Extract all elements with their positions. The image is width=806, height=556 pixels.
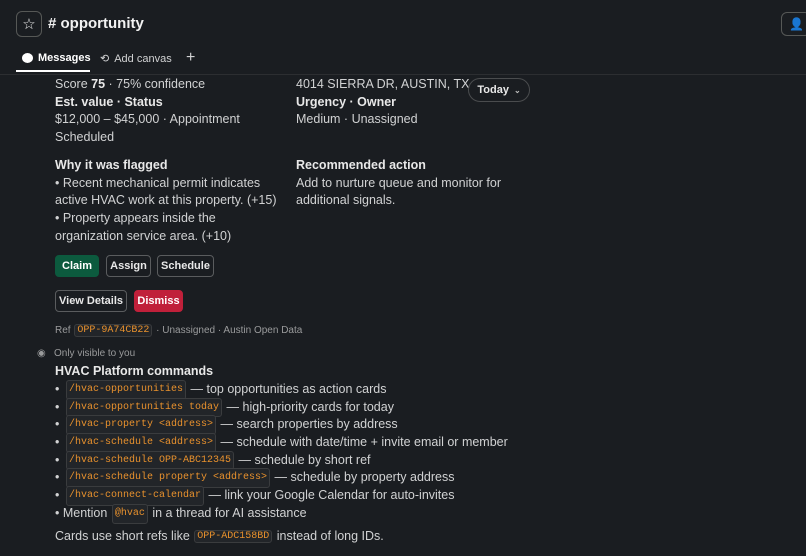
score-line: Score 75 · 75% confidence (55, 76, 285, 94)
ref-code: OPP-9A74CB22 (74, 324, 153, 337)
ref-suffix: · Unassigned · Austin Open Data (156, 325, 303, 336)
list-item: •/hvac-schedule <address> — schedule wit… (55, 433, 508, 453)
est-value-label: Est. value · Status (55, 94, 163, 109)
command-code: /hvac-connect-calendar (66, 486, 205, 506)
channel-header: ☆ # opportunity 👤 (0, 0, 806, 48)
card-left-column: Score 75 · 75% confidence Est. value · S… (55, 76, 285, 245)
list-item: •/hvac-schedule property <address> — sch… (55, 468, 508, 489)
canvas-icon: ⟲ (100, 53, 110, 65)
command-desc: — high-priority cards for today (226, 399, 394, 414)
command-desc: — link your Google Calendar for auto-inv… (208, 488, 455, 503)
person-icon: 👤 (789, 17, 804, 31)
command-desc: — schedule by short ref (238, 452, 371, 467)
visibility-note: ◉ Only visible to you (37, 348, 135, 359)
tab-add-canvas-label: Add canvas (114, 52, 172, 65)
why-label: Why it was flagged (55, 157, 168, 172)
members-button[interactable]: 👤 (781, 12, 806, 36)
ref-line: Ref OPP-9A74CB22 · Unassigned · Austin O… (55, 324, 302, 337)
commands-list: •/hvac-opportunities — top opportunities… (55, 380, 508, 524)
list-item: •/hvac-property <address> — search prope… (55, 415, 508, 436)
recommended-action-label: Recommended action (296, 157, 426, 172)
command-desc: — top opportunities as action cards (190, 382, 387, 396)
mention-suffix: in a thread for AI assistance (152, 505, 307, 520)
recommended-action: Add to nurture queue and monitor for add… (296, 175, 501, 208)
commands-title: HVAC Platform commands (55, 364, 214, 378)
command-code: /hvac-opportunities (66, 380, 187, 400)
list-item: •/hvac-connect-calendar — link your Goog… (55, 486, 508, 506)
visibility-text: Only visible to you (54, 348, 136, 359)
list-item: •/hvac-opportunities — top opportunities… (55, 380, 508, 400)
short-refs-note: Cards use short refs like OPP-ADC158BD i… (55, 529, 384, 543)
command-desc: — schedule with date/time + invite email… (220, 435, 508, 450)
list-item: •/hvac-opportunities today — high-priori… (55, 397, 508, 418)
tab-messages-label: Messages (38, 52, 91, 64)
urgency-value: Medium · Unassigned (296, 112, 418, 127)
score-value: 75 (91, 77, 106, 91)
command-desc: — schedule by property address (274, 470, 455, 485)
active-tab-indicator (16, 70, 90, 72)
command-code: /hvac-schedule <address> (66, 433, 217, 453)
mention-code: @hvac (111, 503, 148, 524)
chat-bubble-icon (22, 53, 33, 63)
mention-prefix: • Mention (55, 505, 108, 520)
list-item: • Mention @hvac in a thread for AI assis… (55, 503, 508, 524)
footer-code: OPP-ADC158BD (194, 529, 273, 543)
star-icon[interactable]: ☆ (16, 11, 42, 37)
list-item: •/hvac-schedule OPP-ABC12345 — schedule … (55, 450, 508, 471)
eye-icon: ◉ (37, 348, 46, 359)
header-divider (0, 74, 806, 75)
score-prefix: Score (55, 77, 88, 91)
footer-prefix: Cards use short refs like (55, 529, 190, 543)
footer-suffix: instead of long IDs. (276, 529, 384, 543)
ref-prefix: Ref (55, 325, 71, 336)
why-item: • Recent mechanical permit indicates act… (55, 175, 277, 208)
add-tab-button[interactable]: + (186, 49, 195, 67)
channel-title[interactable]: # opportunity (48, 15, 144, 32)
dismiss-button[interactable]: Dismiss (134, 290, 183, 312)
est-value: $12,000 – $45,000 · Appointment Schedule… (55, 112, 240, 145)
score-suffix: · 75% confidence (108, 77, 206, 91)
command-desc: — search properties by address (220, 417, 398, 432)
claim-button[interactable]: Claim (55, 255, 99, 277)
why-item: • Property appears inside the organizati… (55, 210, 232, 243)
view-details-button[interactable]: View Details (55, 290, 127, 312)
today-label: Today (477, 84, 509, 96)
schedule-button[interactable]: Schedule (157, 255, 214, 277)
chevron-down-icon: ⌄ (513, 85, 521, 95)
assign-button[interactable]: Assign (106, 255, 151, 277)
tab-messages[interactable]: Messages (22, 52, 91, 64)
channel-tabs: Messages ⟲ Add canvas + (0, 48, 806, 74)
tab-add-canvas[interactable]: ⟲ Add canvas (100, 52, 172, 66)
date-divider-today[interactable]: Today ⌄ (468, 78, 530, 102)
